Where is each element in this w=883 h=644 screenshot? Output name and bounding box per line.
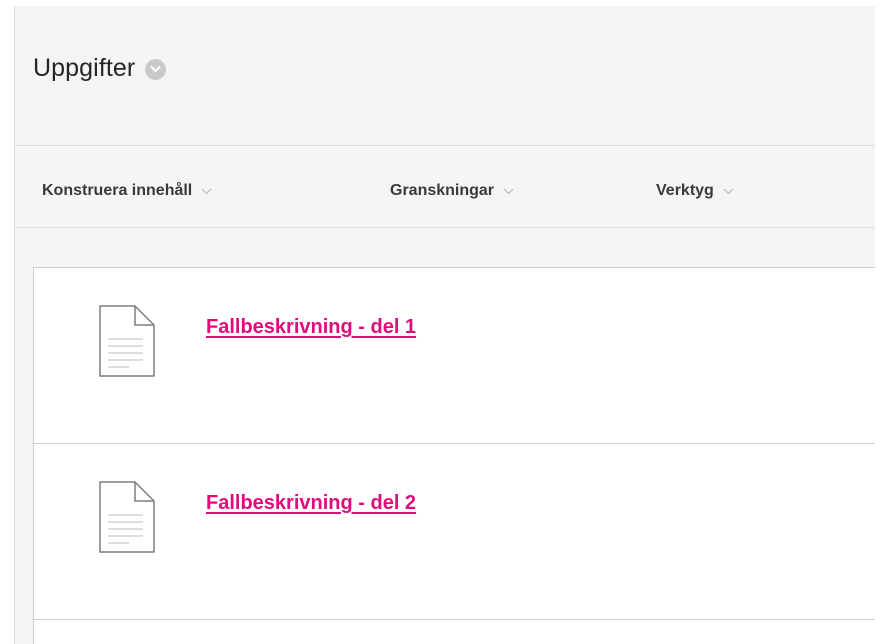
list-item: Fallbeskrivning - del 1	[34, 268, 875, 444]
reviews-label: Granskningar	[390, 182, 495, 199]
page-header: Uppgifter	[15, 6, 875, 146]
chevron-down-icon	[503, 188, 514, 194]
build-content-label: Konstruera innehåll	[42, 182, 193, 199]
action-toolbar: Konstruera innehåll Granskningar Verktyg	[15, 146, 875, 228]
document-icon	[99, 305, 155, 377]
document-icon	[99, 481, 155, 553]
page-title: Uppgifter	[33, 54, 136, 82]
course-content-frame: Uppgifter Konstruera innehåll Granskning…	[14, 6, 875, 644]
tools-label: Verktyg	[656, 182, 714, 199]
build-content-menu[interactable]: Konstruera innehåll	[42, 182, 212, 200]
item-title-link[interactable]: Fallbeskrivning - del 2	[206, 492, 416, 515]
tools-menu[interactable]: Verktyg	[656, 182, 734, 200]
chevron-down-circle-icon[interactable]	[145, 59, 167, 80]
content-list: Fallbeskrivning - del 1 Fallbeskrivning …	[33, 267, 875, 644]
chevron-down-icon	[723, 188, 734, 194]
reviews-menu[interactable]: Granskningar	[390, 182, 514, 200]
list-item: Fallbeskrivning - del 2	[34, 444, 875, 620]
chevron-down-icon	[201, 188, 212, 194]
page-title-container: Uppgifter	[33, 54, 167, 83]
item-title-link[interactable]: Fallbeskrivning - del 1	[206, 316, 416, 339]
